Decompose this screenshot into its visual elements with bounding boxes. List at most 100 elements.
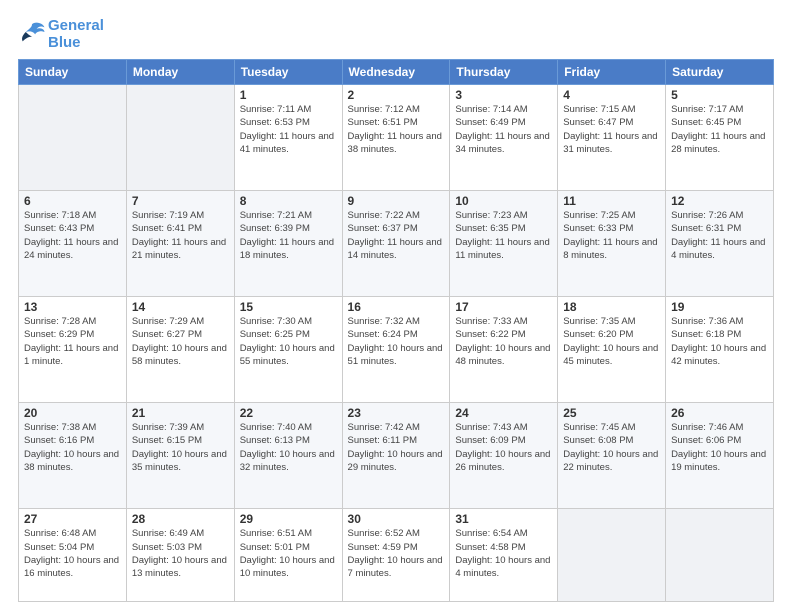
calendar-cell: 30Sunrise: 6:52 AM Sunset: 4:59 PM Dayli…: [342, 509, 450, 602]
day-number: 7: [132, 194, 229, 208]
calendar-cell: 23Sunrise: 7:42 AM Sunset: 6:11 PM Dayli…: [342, 403, 450, 509]
day-info: Sunrise: 7:29 AM Sunset: 6:27 PM Dayligh…: [132, 315, 229, 368]
calendar-week-row: 1Sunrise: 7:11 AM Sunset: 6:53 PM Daylig…: [19, 85, 774, 191]
calendar-cell: 22Sunrise: 7:40 AM Sunset: 6:13 PM Dayli…: [234, 403, 342, 509]
calendar-week-row: 27Sunrise: 6:48 AM Sunset: 5:04 PM Dayli…: [19, 509, 774, 602]
calendar-cell: 7Sunrise: 7:19 AM Sunset: 6:41 PM Daylig…: [126, 191, 234, 297]
calendar-week-row: 13Sunrise: 7:28 AM Sunset: 6:29 PM Dayli…: [19, 297, 774, 403]
day-number: 5: [671, 88, 768, 102]
day-number: 19: [671, 300, 768, 314]
calendar-cell: 16Sunrise: 7:32 AM Sunset: 6:24 PM Dayli…: [342, 297, 450, 403]
calendar-week-row: 6Sunrise: 7:18 AM Sunset: 6:43 PM Daylig…: [19, 191, 774, 297]
weekday-header-saturday: Saturday: [666, 60, 774, 85]
calendar-cell: 1Sunrise: 7:11 AM Sunset: 6:53 PM Daylig…: [234, 85, 342, 191]
calendar-week-row: 20Sunrise: 7:38 AM Sunset: 6:16 PM Dayli…: [19, 403, 774, 509]
day-info: Sunrise: 7:18 AM Sunset: 6:43 PM Dayligh…: [24, 209, 121, 262]
day-info: Sunrise: 7:26 AM Sunset: 6:31 PM Dayligh…: [671, 209, 768, 262]
day-info: Sunrise: 7:15 AM Sunset: 6:47 PM Dayligh…: [563, 103, 660, 156]
logo-text-line2: Blue: [48, 35, 104, 52]
day-number: 9: [348, 194, 445, 208]
calendar-cell: 11Sunrise: 7:25 AM Sunset: 6:33 PM Dayli…: [558, 191, 666, 297]
calendar-cell: [666, 509, 774, 602]
day-number: 13: [24, 300, 121, 314]
day-info: Sunrise: 7:38 AM Sunset: 6:16 PM Dayligh…: [24, 421, 121, 474]
calendar-cell: [558, 509, 666, 602]
calendar-cell: 17Sunrise: 7:33 AM Sunset: 6:22 PM Dayli…: [450, 297, 558, 403]
day-info: Sunrise: 7:12 AM Sunset: 6:51 PM Dayligh…: [348, 103, 445, 156]
calendar-cell: 15Sunrise: 7:30 AM Sunset: 6:25 PM Dayli…: [234, 297, 342, 403]
weekday-header-tuesday: Tuesday: [234, 60, 342, 85]
day-info: Sunrise: 7:30 AM Sunset: 6:25 PM Dayligh…: [240, 315, 337, 368]
weekday-header-friday: Friday: [558, 60, 666, 85]
day-info: Sunrise: 6:49 AM Sunset: 5:03 PM Dayligh…: [132, 527, 229, 580]
day-info: Sunrise: 6:51 AM Sunset: 5:01 PM Dayligh…: [240, 527, 337, 580]
day-number: 31: [455, 512, 552, 526]
weekday-header-row: SundayMondayTuesdayWednesdayThursdayFrid…: [19, 60, 774, 85]
day-info: Sunrise: 7:43 AM Sunset: 6:09 PM Dayligh…: [455, 421, 552, 474]
calendar-cell: 3Sunrise: 7:14 AM Sunset: 6:49 PM Daylig…: [450, 85, 558, 191]
page-header: General Blue: [18, 18, 774, 51]
day-info: Sunrise: 7:35 AM Sunset: 6:20 PM Dayligh…: [563, 315, 660, 368]
day-number: 23: [348, 406, 445, 420]
calendar-cell: 26Sunrise: 7:46 AM Sunset: 6:06 PM Dayli…: [666, 403, 774, 509]
day-info: Sunrise: 7:21 AM Sunset: 6:39 PM Dayligh…: [240, 209, 337, 262]
calendar-cell: 5Sunrise: 7:17 AM Sunset: 6:45 PM Daylig…: [666, 85, 774, 191]
calendar-cell: 2Sunrise: 7:12 AM Sunset: 6:51 PM Daylig…: [342, 85, 450, 191]
day-number: 15: [240, 300, 337, 314]
day-info: Sunrise: 6:54 AM Sunset: 4:58 PM Dayligh…: [455, 527, 552, 580]
day-info: Sunrise: 7:28 AM Sunset: 6:29 PM Dayligh…: [24, 315, 121, 368]
weekday-header-wednesday: Wednesday: [342, 60, 450, 85]
calendar-cell: 9Sunrise: 7:22 AM Sunset: 6:37 PM Daylig…: [342, 191, 450, 297]
day-number: 2: [348, 88, 445, 102]
day-number: 21: [132, 406, 229, 420]
calendar-cell: 14Sunrise: 7:29 AM Sunset: 6:27 PM Dayli…: [126, 297, 234, 403]
day-number: 17: [455, 300, 552, 314]
day-number: 14: [132, 300, 229, 314]
day-number: 22: [240, 406, 337, 420]
day-info: Sunrise: 7:36 AM Sunset: 6:18 PM Dayligh…: [671, 315, 768, 368]
calendar-cell: 19Sunrise: 7:36 AM Sunset: 6:18 PM Dayli…: [666, 297, 774, 403]
calendar-cell: 28Sunrise: 6:49 AM Sunset: 5:03 PM Dayli…: [126, 509, 234, 602]
day-info: Sunrise: 7:32 AM Sunset: 6:24 PM Dayligh…: [348, 315, 445, 368]
day-number: 30: [348, 512, 445, 526]
calendar-cell: 29Sunrise: 6:51 AM Sunset: 5:01 PM Dayli…: [234, 509, 342, 602]
weekday-header-monday: Monday: [126, 60, 234, 85]
calendar-cell: [19, 85, 127, 191]
day-info: Sunrise: 7:14 AM Sunset: 6:49 PM Dayligh…: [455, 103, 552, 156]
day-number: 29: [240, 512, 337, 526]
day-number: 3: [455, 88, 552, 102]
calendar-cell: 10Sunrise: 7:23 AM Sunset: 6:35 PM Dayli…: [450, 191, 558, 297]
day-info: Sunrise: 7:19 AM Sunset: 6:41 PM Dayligh…: [132, 209, 229, 262]
day-info: Sunrise: 7:17 AM Sunset: 6:45 PM Dayligh…: [671, 103, 768, 156]
calendar-cell: 20Sunrise: 7:38 AM Sunset: 6:16 PM Dayli…: [19, 403, 127, 509]
day-number: 20: [24, 406, 121, 420]
day-number: 1: [240, 88, 337, 102]
calendar-cell: 6Sunrise: 7:18 AM Sunset: 6:43 PM Daylig…: [19, 191, 127, 297]
calendar-cell: 4Sunrise: 7:15 AM Sunset: 6:47 PM Daylig…: [558, 85, 666, 191]
calendar-cell: 21Sunrise: 7:39 AM Sunset: 6:15 PM Dayli…: [126, 403, 234, 509]
logo: General Blue: [18, 18, 104, 51]
day-number: 4: [563, 88, 660, 102]
calendar-cell: 18Sunrise: 7:35 AM Sunset: 6:20 PM Dayli…: [558, 297, 666, 403]
calendar-cell: 13Sunrise: 7:28 AM Sunset: 6:29 PM Dayli…: [19, 297, 127, 403]
day-info: Sunrise: 7:25 AM Sunset: 6:33 PM Dayligh…: [563, 209, 660, 262]
day-info: Sunrise: 7:40 AM Sunset: 6:13 PM Dayligh…: [240, 421, 337, 474]
day-number: 8: [240, 194, 337, 208]
logo-icon: [18, 21, 46, 43]
logo-text-line1: General: [48, 18, 104, 35]
day-number: 10: [455, 194, 552, 208]
calendar-table: SundayMondayTuesdayWednesdayThursdayFrid…: [18, 59, 774, 602]
day-number: 18: [563, 300, 660, 314]
day-info: Sunrise: 6:52 AM Sunset: 4:59 PM Dayligh…: [348, 527, 445, 580]
day-info: Sunrise: 7:23 AM Sunset: 6:35 PM Dayligh…: [455, 209, 552, 262]
day-info: Sunrise: 7:45 AM Sunset: 6:08 PM Dayligh…: [563, 421, 660, 474]
day-number: 12: [671, 194, 768, 208]
day-info: Sunrise: 7:11 AM Sunset: 6:53 PM Dayligh…: [240, 103, 337, 156]
weekday-header-thursday: Thursday: [450, 60, 558, 85]
calendar-cell: 24Sunrise: 7:43 AM Sunset: 6:09 PM Dayli…: [450, 403, 558, 509]
day-info: Sunrise: 6:48 AM Sunset: 5:04 PM Dayligh…: [24, 527, 121, 580]
day-info: Sunrise: 7:33 AM Sunset: 6:22 PM Dayligh…: [455, 315, 552, 368]
day-number: 16: [348, 300, 445, 314]
day-info: Sunrise: 7:22 AM Sunset: 6:37 PM Dayligh…: [348, 209, 445, 262]
calendar-cell: 25Sunrise: 7:45 AM Sunset: 6:08 PM Dayli…: [558, 403, 666, 509]
